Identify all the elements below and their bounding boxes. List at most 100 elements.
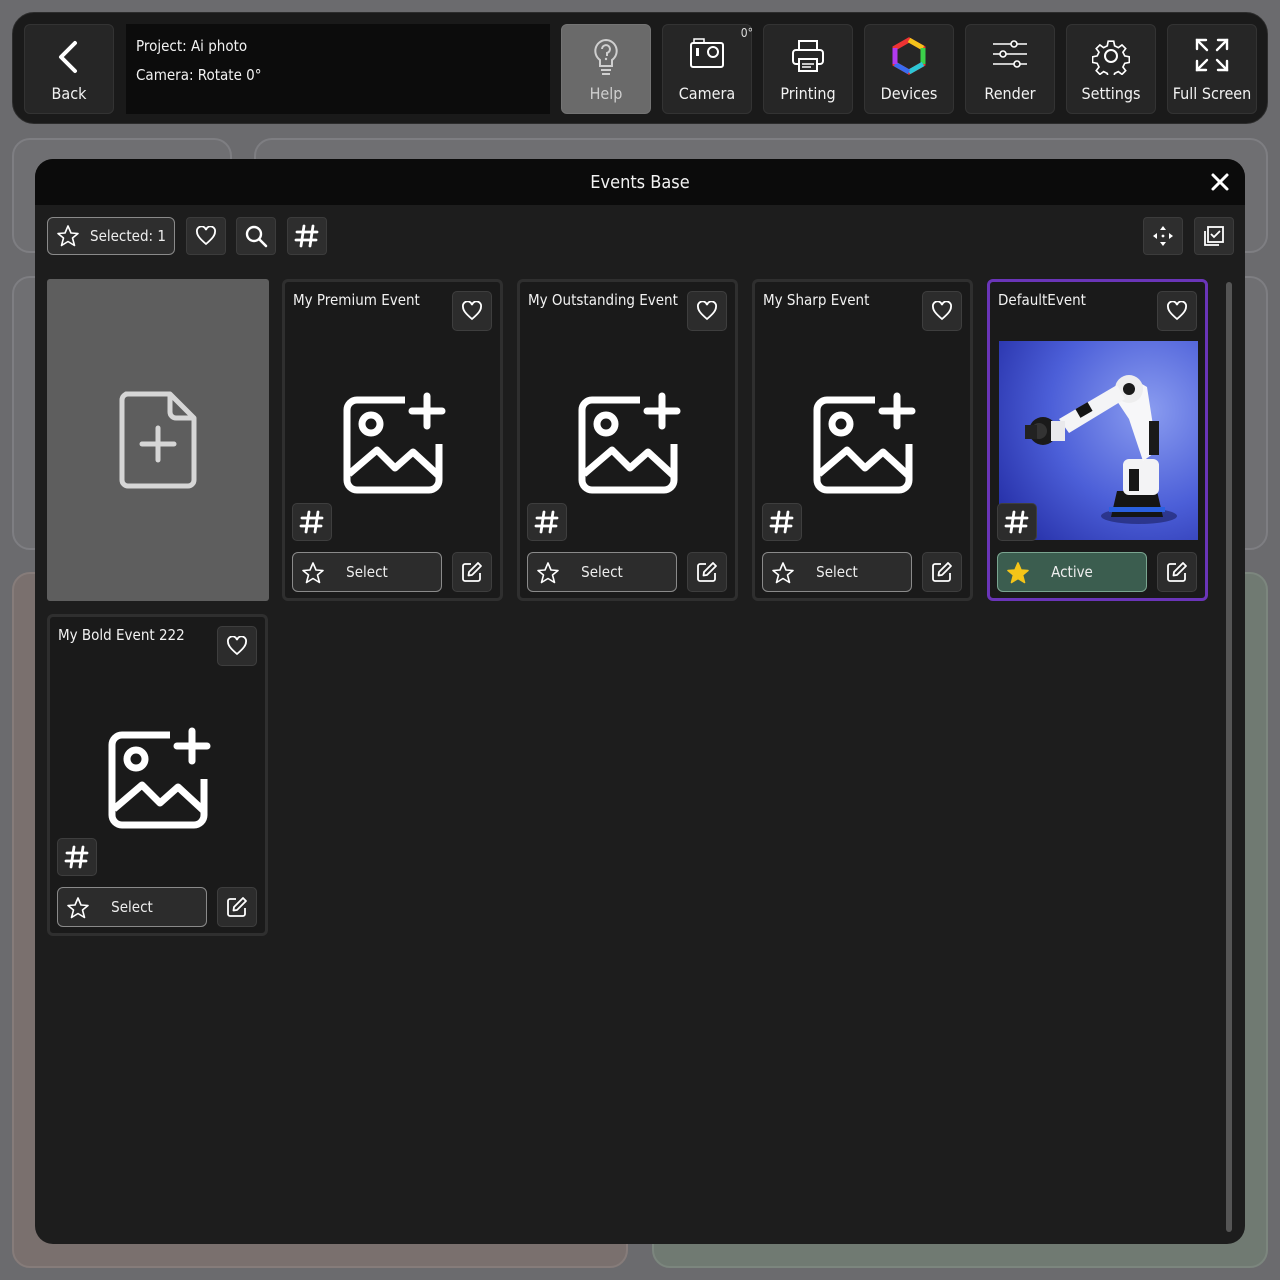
settings-label: Settings <box>1081 84 1141 103</box>
edit-button[interactable] <box>687 552 727 592</box>
favorite-button[interactable] <box>217 626 257 666</box>
render-icon <box>993 40 1027 68</box>
edit-button[interactable] <box>922 552 962 592</box>
dialog-title: Events Base <box>590 171 690 193</box>
camera-status: Camera: Rotate 0° <box>136 66 262 84</box>
hash-icon <box>299 510 324 534</box>
fullscreen-button[interactable]: Full Screen <box>1167 24 1257 114</box>
back-button[interactable]: Back <box>24 24 114 114</box>
top-toolbar: Back Project: Ai photo Camera: Rotate 0°… <box>12 12 1268 124</box>
select-button[interactable]: Select <box>292 552 442 592</box>
camera-label: Camera <box>678 84 736 103</box>
heart-icon <box>227 636 247 656</box>
hash-icon <box>64 845 89 869</box>
selected-count: Selected: 1 <box>90 227 166 245</box>
edit-button[interactable] <box>1157 552 1197 592</box>
search-icon <box>245 225 268 248</box>
tags-button[interactable] <box>57 838 97 876</box>
printer-icon <box>792 40 824 72</box>
heart-icon <box>196 226 216 246</box>
events-grid: My Premium Event Select My Outstanding E… <box>35 265 1225 1235</box>
add-image-icon <box>108 727 211 829</box>
selected-filter-button[interactable]: Selected: 1 <box>47 217 175 255</box>
event-card[interactable]: My Premium Event Select <box>282 279 503 601</box>
render-label: Render <box>984 84 1036 103</box>
event-card[interactable]: My Sharp Event Select <box>752 279 973 601</box>
event-title: DefaultEvent <box>998 291 1086 309</box>
favorite-button[interactable] <box>452 291 492 331</box>
star-icon <box>537 562 559 584</box>
add-image-icon <box>343 392 446 494</box>
project-name: Project: Ai photo <box>136 37 248 55</box>
add-image-icon <box>813 392 916 494</box>
settings-icon <box>1092 40 1130 75</box>
event-title: My Outstanding Event <box>528 291 678 309</box>
camera-button[interactable]: 0° Camera <box>662 24 753 114</box>
tags-button[interactable] <box>527 503 567 541</box>
heart-icon <box>697 301 717 321</box>
add-event-card[interactable] <box>47 279 269 601</box>
favorite-button[interactable] <box>687 291 727 331</box>
event-card-active[interactable]: DefaultEvent Active <box>987 279 1208 601</box>
help-button[interactable]: Help <box>561 24 651 114</box>
add-image-icon <box>578 392 681 494</box>
fullscreen-label: Full Screen <box>1172 84 1252 103</box>
search-button[interactable] <box>236 217 276 255</box>
star-icon <box>57 225 79 247</box>
move-button[interactable] <box>1143 217 1183 255</box>
select-button[interactable]: Select <box>762 552 912 592</box>
favorite-button[interactable] <box>1157 291 1197 331</box>
event-card[interactable]: My Outstanding Event Select <box>517 279 738 601</box>
dialog-header: Events Base <box>35 159 1245 205</box>
star-icon <box>772 562 794 584</box>
favorite-button[interactable] <box>922 291 962 331</box>
edit-icon <box>697 562 717 582</box>
heart-icon <box>1167 301 1187 321</box>
tags-filter-button[interactable] <box>287 217 327 255</box>
event-title: My Premium Event <box>293 291 420 309</box>
active-button[interactable]: Active <box>997 552 1147 592</box>
edit-icon <box>932 562 952 582</box>
tags-button[interactable] <box>292 503 332 541</box>
edit-icon <box>462 562 482 582</box>
heart-icon <box>462 301 482 321</box>
dialog-toolbar: Selected: 1 <box>35 205 1245 265</box>
select-button[interactable]: Select <box>527 552 677 592</box>
hash-icon <box>294 224 319 248</box>
select-label: Select <box>346 563 388 581</box>
select-label: Select <box>816 563 858 581</box>
star-icon <box>67 897 89 919</box>
active-label: Active <box>1051 563 1093 581</box>
event-title: My Bold Event 222 <box>58 626 185 644</box>
back-icon <box>59 41 77 73</box>
event-card[interactable]: My Bold Event 222 Select <box>47 614 268 936</box>
render-button[interactable]: Render <box>965 24 1055 114</box>
hash-icon <box>1004 510 1029 534</box>
close-icon[interactable] <box>1209 171 1231 193</box>
printing-button[interactable]: Printing <box>763 24 853 114</box>
devices-icon <box>892 37 926 75</box>
devices-button[interactable]: Devices <box>864 24 954 114</box>
events-base-dialog: Events Base Selected: 1 My Premium Event… <box>35 159 1245 1244</box>
select-button[interactable]: Select <box>57 887 207 927</box>
add-file-icon <box>119 391 197 489</box>
favorites-filter-button[interactable] <box>186 217 226 255</box>
star-icon <box>302 562 324 584</box>
select-all-button[interactable] <box>1194 217 1234 255</box>
settings-button[interactable]: Settings <box>1066 24 1156 114</box>
camera-icon <box>690 38 724 68</box>
project-info: Project: Ai photo Camera: Rotate 0° <box>126 24 550 114</box>
help-label: Help <box>589 84 623 103</box>
fullscreen-icon <box>1195 38 1229 72</box>
tags-button[interactable] <box>762 503 802 541</box>
edit-button[interactable] <box>217 887 257 927</box>
tags-button[interactable] <box>997 503 1037 541</box>
edit-button[interactable] <box>452 552 492 592</box>
devices-label: Devices <box>880 84 938 103</box>
event-title: My Sharp Event <box>763 291 870 309</box>
printing-label: Printing <box>780 84 836 103</box>
grid-scrollbar[interactable] <box>1226 282 1232 1232</box>
help-icon <box>594 38 618 75</box>
hash-icon <box>534 510 559 534</box>
select-label: Select <box>111 898 153 916</box>
